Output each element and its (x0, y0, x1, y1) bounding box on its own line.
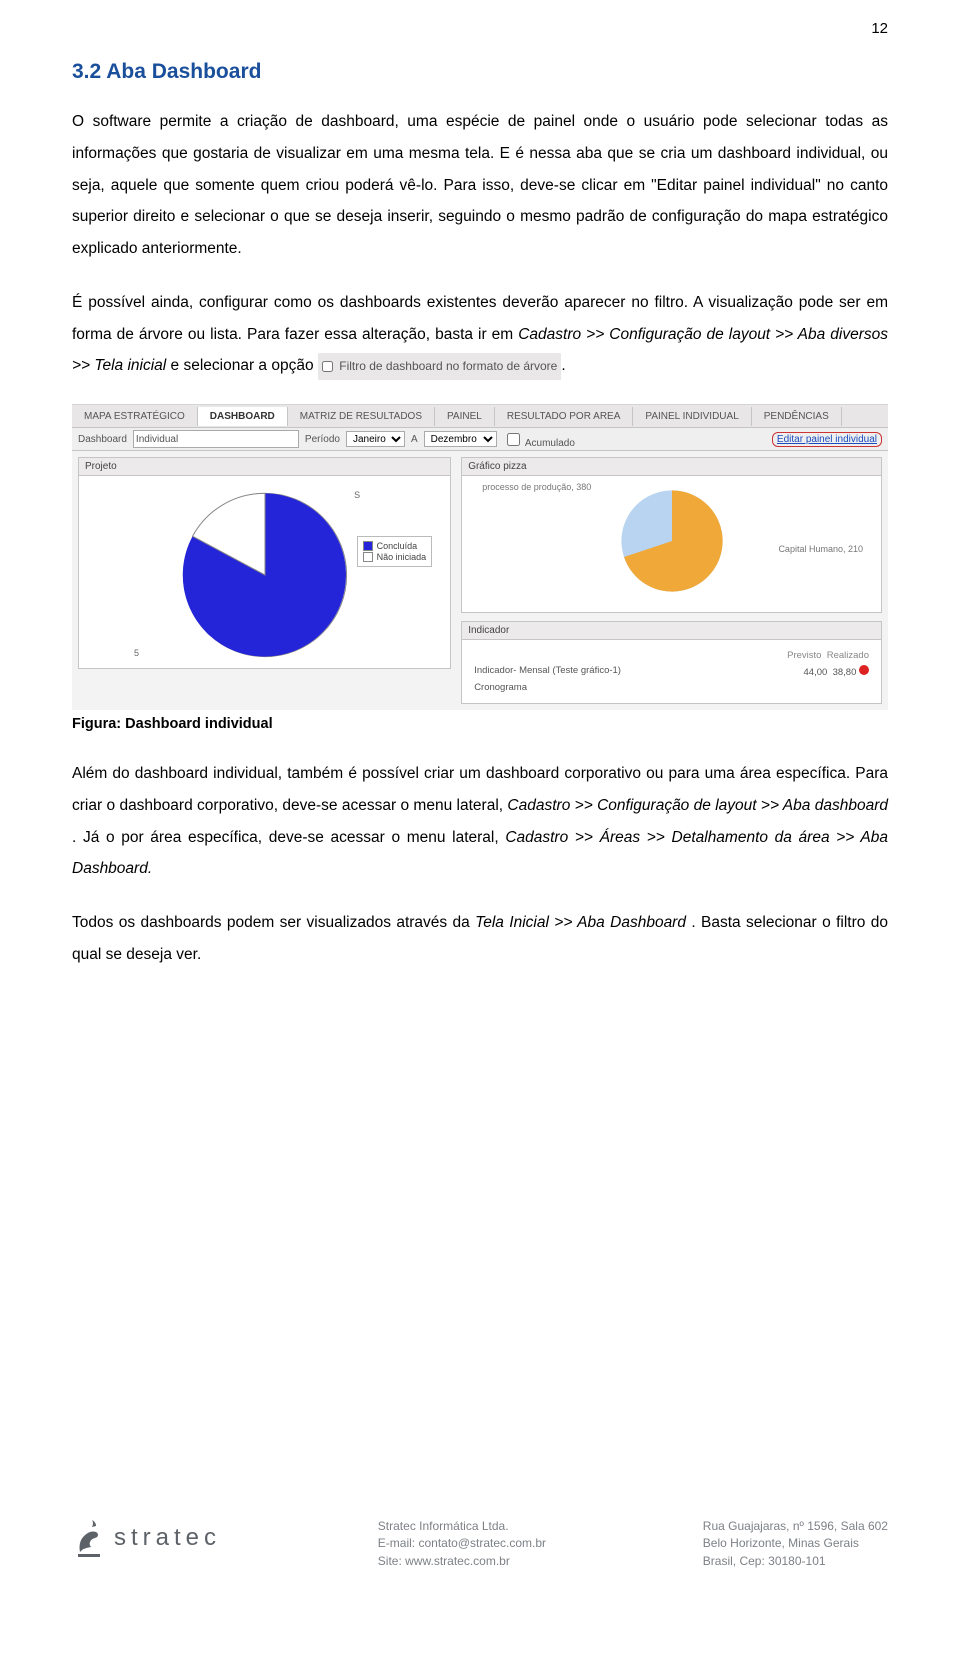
panel-pizza-header: Gráfico pizza (462, 458, 881, 476)
filter-format-option[interactable]: Filtro de dashboard no formato de árvore (318, 353, 561, 380)
indicator-row1-prev: 44,00 (804, 667, 828, 678)
figure-caption: Figura: Dashboard individual (72, 716, 888, 732)
paragraph-3: Além do dashboard individual, também é p… (72, 758, 888, 885)
panel-projeto-header: Projeto (79, 458, 450, 476)
section-heading: 3.2 Aba Dashboard (72, 60, 888, 84)
tab-resultado-area[interactable]: RESULTADO POR AREA (495, 407, 634, 426)
dashboard-select[interactable]: Individual (133, 430, 299, 448)
panel-indicador-header: Indicador (462, 622, 881, 640)
legend-swatch-white (363, 552, 373, 562)
filter-label-a: A (411, 434, 418, 445)
panel-indicador: Indicador Previsto Realizado Indicador- … (461, 621, 882, 704)
indicator-row1-name: Indicador- Mensal (Teste gráfico-1) (474, 665, 621, 678)
footer-company: Stratec Informática Ltda. (378, 1518, 546, 1535)
pie-label-s: S (354, 490, 360, 500)
filter-label-periodo: Período (305, 434, 340, 445)
pie-chart-pizza (617, 486, 727, 596)
filter-label-dashboard: Dashboard (78, 434, 127, 445)
pie-label-5: 5 (134, 648, 139, 658)
panel-pizza: Gráfico pizza processo de produção, 380 … (461, 457, 882, 613)
periodo-from-select[interactable]: Janeiro (346, 431, 405, 447)
footer-cep: Brasil, Cep: 30180-101 (703, 1553, 888, 1570)
tab-mapa-estrategico[interactable]: MAPA ESTRATÉGICO (72, 407, 198, 426)
filter-format-label: Filtro de dashboard no formato de árvore (339, 359, 557, 373)
legend-concluida: Concluída (377, 541, 418, 551)
col-realizado: Realizado (827, 650, 869, 661)
footer-brand-text: stratec (114, 1524, 221, 1552)
tab-matriz[interactable]: MATRIZ DE RESULTADOS (288, 407, 435, 426)
col-previsto: Previsto (787, 650, 821, 661)
indicator-table: Previsto Realizado Indicador- Mensal (Te… (470, 648, 873, 695)
tab-bar: MAPA ESTRATÉGICO DASHBOARD MATRIZ DE RES… (72, 405, 888, 428)
footer-logo: stratec (72, 1518, 221, 1558)
periodo-to-select[interactable]: Dezembro (424, 431, 497, 447)
filter-format-checkbox[interactable] (322, 361, 333, 372)
paragraph-4: Todos os dashboards podem ser visualizad… (72, 907, 888, 971)
pie-legend: Concluída Não iniciada (357, 536, 433, 567)
tab-pendencias[interactable]: PENDÊNCIAS (752, 407, 842, 426)
para3-path1: Cadastro >> Configuração de layout >> Ab… (507, 797, 888, 814)
dashboard-screenshot: MAPA ESTRATÉGICO DASHBOARD MATRIZ DE RES… (72, 404, 888, 710)
pie-chart-projeto (180, 490, 350, 660)
para4-a: Todos os dashboards podem ser visualizad… (72, 914, 475, 931)
footer-col-address: Rua Guajajaras, nº 1596, Sala 602 Belo H… (703, 1518, 888, 1570)
tab-painel-individual[interactable]: PAINEL INDIVIDUAL (633, 407, 751, 426)
footer-email: E-mail: contato@stratec.com.br (378, 1535, 546, 1552)
footer-street: Rua Guajajaras, nº 1596, Sala 602 (703, 1518, 888, 1535)
indicator-row2-name: Cronograma (474, 682, 527, 693)
paragraph-1: O software permite a criação de dashboar… (72, 106, 888, 265)
indicator-row-2: Cronograma (470, 680, 873, 695)
footer: stratec Stratec Informática Ltda. E-mail… (72, 1518, 888, 1570)
pizza-label-processo: processo de produção, 380 (482, 482, 591, 492)
acumulado-checkbox[interactable] (507, 433, 520, 446)
footer-site: Site: www.stratec.com.br (378, 1553, 546, 1570)
page-number: 12 (871, 20, 888, 37)
indicator-row1-real: 38,80 (833, 667, 857, 678)
para4-path: Tela Inicial >> Aba Dashboard (475, 914, 686, 931)
pizza-label-capital: Capital Humano, 210 (778, 544, 863, 554)
indicator-row-1: Indicador- Mensal (Teste gráfico-1) 44,0… (470, 663, 873, 680)
acumulado-label: Acumulado (525, 438, 575, 449)
acumulado-checkbox-wrap[interactable]: Acumulado (503, 430, 575, 449)
filter-bar: Dashboard Individual Período Janeiro A D… (72, 428, 888, 451)
paragraph-2: É possível ainda, configurar como os das… (72, 287, 888, 382)
footer-city: Belo Horizonte, Minas Gerais (703, 1535, 888, 1552)
para2-b: e selecionar a opção (171, 357, 318, 374)
legend-swatch-blue (363, 541, 373, 551)
footer-col-contact: Stratec Informática Ltda. E-mail: contat… (378, 1518, 546, 1570)
panel-projeto: Projeto S 5 Concluída Não iniciada (78, 457, 451, 669)
tab-painel[interactable]: PAINEL (435, 407, 495, 426)
tab-dashboard[interactable]: DASHBOARD (198, 407, 288, 426)
edit-panel-link[interactable]: Editar painel individual (772, 432, 882, 447)
status-dot-icon (859, 665, 869, 675)
para3-b: . Já o por área específica, deve-se aces… (72, 829, 505, 846)
legend-nao-iniciada: Não iniciada (377, 552, 427, 562)
chess-knight-icon (72, 1518, 106, 1558)
